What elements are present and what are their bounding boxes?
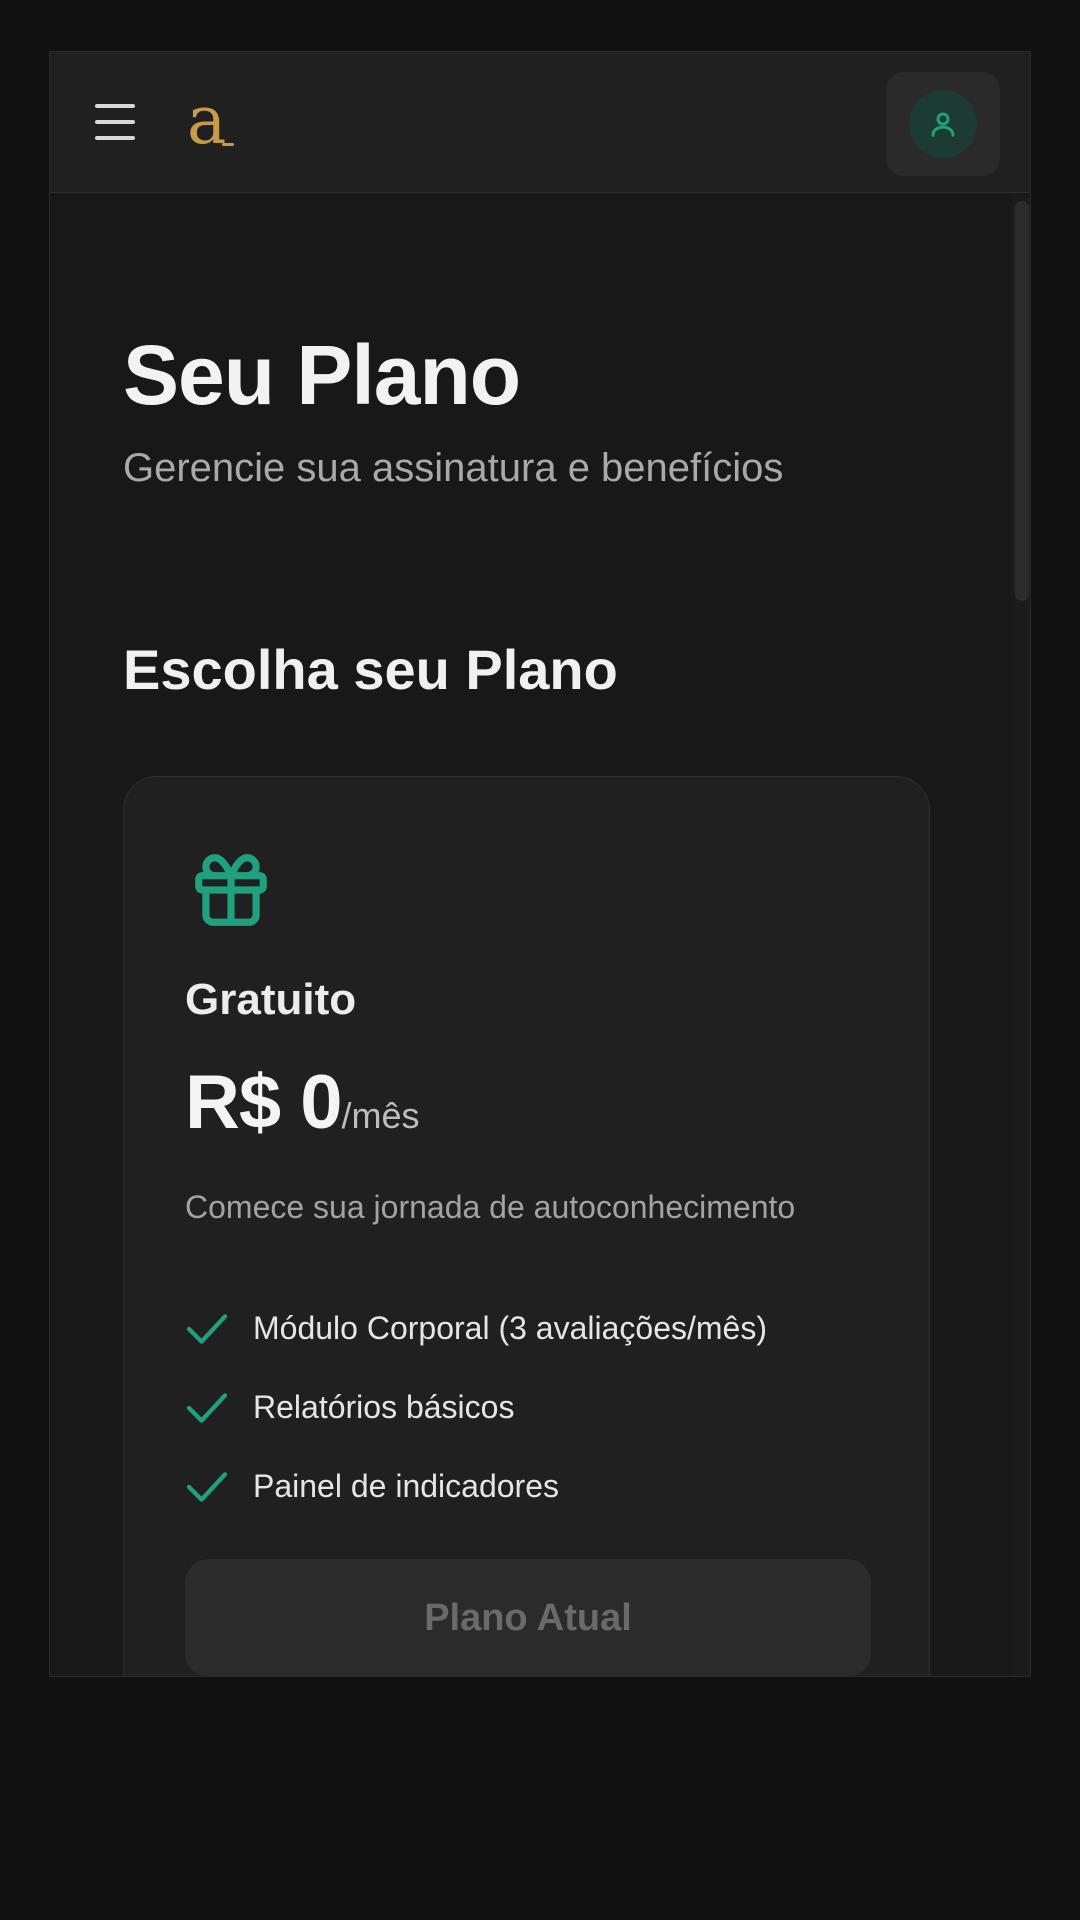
price-period: /mês <box>341 1095 420 1136</box>
feature-label: Módulo Corporal (3 avaliações/mês) <box>253 1310 767 1346</box>
plan-card-free: Gratuito R$ 0/mês Comece sua jornada de … <box>123 776 930 1676</box>
section-title: Escolha seu Plano <box>123 638 618 701</box>
avatar <box>909 90 977 158</box>
current-plan-button[interactable]: Plano Atual <box>185 1559 871 1676</box>
feature-item: Módulo Corporal (3 avaliações/mês) <box>185 1289 767 1368</box>
brand-logo[interactable]: a <box>187 88 235 154</box>
feature-label: Relatórios básicos <box>253 1389 515 1425</box>
feature-list: Módulo Corporal (3 avaliações/mês) Relat… <box>185 1289 767 1526</box>
feature-item: Painel de indicadores <box>185 1447 767 1526</box>
scrollbar[interactable] <box>1012 193 1030 1676</box>
price-amount: R$ 0 <box>185 1060 343 1145</box>
scrollbar-thumb[interactable] <box>1015 201 1029 601</box>
feature-item: Relatórios básicos <box>185 1368 767 1447</box>
feature-label: Painel de indicadores <box>253 1468 559 1504</box>
gift-icon <box>195 854 267 926</box>
top-bar: a <box>50 52 1030 193</box>
app-frame: a Seu Plano Gerencie sua assinatura e be… <box>49 51 1031 1677</box>
page-subtitle: Gerencie sua assinatura e benefícios <box>123 446 784 490</box>
check-icon <box>186 1313 228 1344</box>
user-icon <box>931 112 955 137</box>
plan-name: Gratuito <box>185 975 357 1024</box>
check-icon <box>186 1471 228 1502</box>
hamburger-menu-icon[interactable] <box>95 104 139 140</box>
user-menu-button[interactable] <box>886 72 1000 176</box>
page-title: Seu Plano <box>123 328 521 422</box>
check-icon <box>186 1392 228 1423</box>
plan-price: R$ 0/mês <box>185 1059 420 1146</box>
plan-description: Comece sua jornada de autoconhecimento <box>185 1189 796 1225</box>
